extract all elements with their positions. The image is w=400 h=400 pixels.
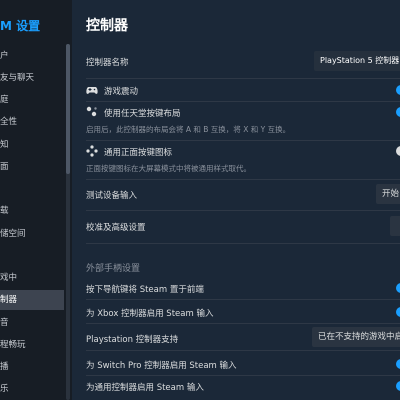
divider	[86, 179, 400, 180]
controller-name-field[interactable]: PlayStation 5 控制器	[314, 51, 400, 71]
nintendo-layout-label: 使用任天堂按键布局	[104, 109, 181, 119]
settings-sidebar: M 设置 户友与聊天庭全性知面载储空间戏中 制器音程畅玩播乐	[0, 0, 72, 400]
divider	[86, 299, 400, 300]
guide-button-label: 按下导航键将 Steam 置于前端	[86, 285, 204, 295]
sidebar-scrollbar[interactable]	[66, 44, 70, 400]
rumble-toggle[interactable]	[396, 85, 400, 95]
generic-steam-input-toggle[interactable]	[396, 381, 400, 391]
guide-button-toggle[interactable]	[396, 283, 400, 293]
xbox-steam-input-toggle[interactable]	[396, 307, 400, 317]
sidebar-scrollbar-thumb[interactable]	[66, 44, 70, 174]
universal-glyphs-description: 正面按键图标在大屏幕模式中将被通用样式取代。	[86, 164, 251, 173]
sidebar-item[interactable]	[0, 246, 64, 266]
sidebar-item[interactable]: 音	[0, 313, 64, 333]
external-controller-section-title: 外部手柄设置	[86, 264, 141, 274]
generic-steam-input-label: 为通用控制器启用 Steam 输入	[86, 383, 204, 393]
sidebar-item[interactable]: 戏中	[0, 268, 64, 288]
sidebar-item[interactable]: 庭	[0, 90, 64, 110]
playstation-support-dropdown[interactable]: 已在不支持的游戏中启用	[312, 327, 400, 347]
test-input-start-button[interactable]: 开始	[376, 184, 400, 204]
nintendo-layout-description: 启用后，此控制器的布局会将 A 和 B 互换，将 X 和 Y 互换。	[86, 125, 291, 134]
universal-glyphs-label: 通用正面按键图标	[104, 148, 173, 158]
rumble-label: 游戏震动	[104, 87, 139, 97]
divider	[86, 210, 400, 211]
sidebar-item[interactable]: 制器	[0, 290, 64, 310]
sidebar-item[interactable]: 播	[0, 357, 64, 377]
xbox-steam-input-label: 为 Xbox 控制器启用 Steam 输入	[86, 309, 214, 319]
calibration-label: 校准及高级设置	[86, 223, 146, 233]
switch-pro-steam-input-label: 为 Switch Pro 控制器启用 Steam 输入	[86, 361, 237, 371]
playstation-support-label: Playstation 控制器支持	[86, 335, 179, 345]
divider	[86, 350, 400, 351]
sidebar-item[interactable]: 乐	[0, 379, 64, 399]
divider	[86, 78, 400, 79]
sidebar-item[interactable]: 储空间	[0, 224, 64, 244]
switch-pro-steam-input-toggle[interactable]	[396, 359, 400, 369]
divider	[86, 243, 400, 244]
calibration-open-button[interactable]	[390, 216, 400, 236]
controller-name-label: 控制器名称	[86, 58, 129, 68]
settings-title: M 设置	[0, 19, 41, 33]
universal-glyphs-toggle[interactable]	[396, 146, 400, 156]
sidebar-item[interactable]: 程畅玩	[0, 335, 64, 355]
controller-settings-panel: 控制器 控制器名称 PlayStation 5 控制器 游戏震动 使用任天堂按键…	[72, 0, 400, 400]
test-input-label: 测试设备输入	[86, 191, 138, 201]
sidebar-item[interactable]: 载	[0, 201, 64, 221]
divider	[86, 375, 400, 376]
page-title: 控制器	[86, 18, 128, 34]
face-buttons-icon	[86, 145, 98, 157]
divider	[86, 101, 400, 102]
sidebar-item[interactable]: 友与聊天	[0, 68, 64, 88]
sidebar-item[interactable]	[0, 179, 64, 199]
divider	[86, 323, 400, 324]
button-layout-icon	[86, 106, 97, 117]
gamepad-icon	[86, 87, 98, 94]
sidebar-item[interactable]: 知	[0, 135, 64, 155]
nintendo-layout-toggle[interactable]	[396, 107, 400, 117]
sidebar-item[interactable]: 面	[0, 157, 64, 177]
divider	[86, 140, 400, 141]
sidebar-item[interactable]: 全性	[0, 112, 64, 132]
sidebar-item[interactable]: 户	[0, 46, 64, 66]
